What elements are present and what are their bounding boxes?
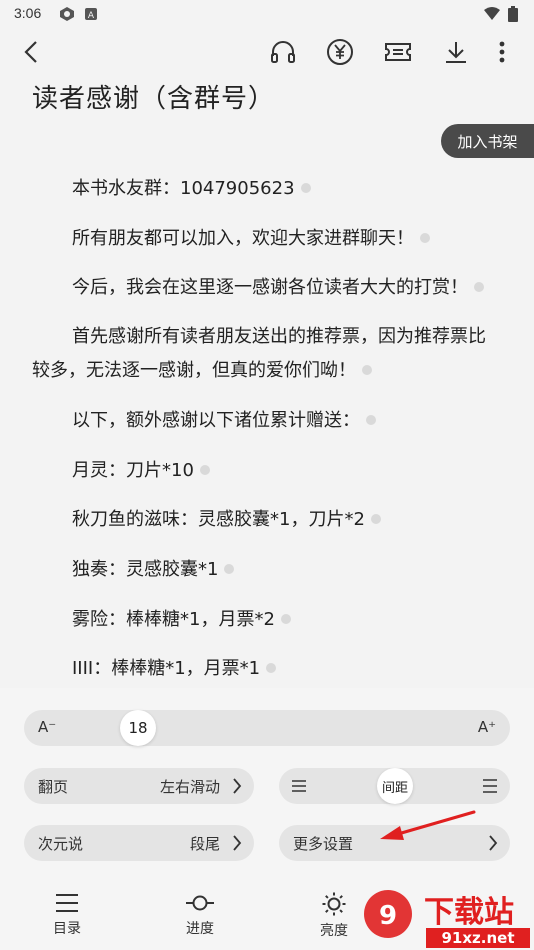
page-turn-setting[interactable]: 翻页 左右滑动 — [24, 768, 254, 804]
paragraph: 本书水友群：1047905623 — [32, 172, 502, 206]
chapter-title: 读者感谢（含群号） — [32, 84, 276, 114]
paragraph: 雾险：棒棒糖*1，月票*2 — [32, 603, 502, 637]
paragraph: 以下，额外感谢以下诸位累计赠送： — [32, 404, 502, 438]
comment-dot-icon[interactable] — [280, 614, 291, 624]
page-turn-value: 左右滑动 — [159, 778, 220, 796]
wide-spacing-icon[interactable] — [482, 779, 498, 793]
paragraph: 独奏：灵感胶囊*1 — [32, 553, 502, 587]
download-icon — [446, 42, 466, 63]
paragraph: IIII：棒棒糖*1，月票*1 — [32, 652, 502, 686]
comment-dot-icon[interactable] — [199, 465, 210, 475]
nav-progress-label: 进度 — [186, 921, 214, 937]
ticket-button[interactable] — [382, 36, 414, 68]
download-button[interactable] — [440, 36, 472, 68]
paragraph: 所有朋友都可以加入，欢迎大家进群聊天！ — [32, 222, 502, 256]
reader-toolbar — [0, 28, 534, 76]
more-settings-label: 更多设置 — [293, 835, 354, 853]
back-button[interactable] — [16, 36, 48, 68]
nav-toc[interactable]: 目录 — [35, 892, 99, 938]
ciyuanshuo-label: 次元说 — [38, 835, 84, 853]
font-increase-button[interactable]: A⁺ — [478, 718, 496, 736]
add-to-shelf-button[interactable]: 加入书架 — [441, 124, 534, 158]
more-vertical-icon — [499, 41, 505, 63]
font-decrease-button[interactable]: A⁻ — [38, 718, 56, 736]
more-button[interactable] — [486, 36, 518, 68]
progress-icon — [186, 895, 214, 911]
reward-button[interactable] — [324, 36, 356, 68]
watermark-url: 91xz.net — [441, 929, 514, 947]
ticket-icon — [385, 43, 411, 61]
chevron-right-icon — [233, 778, 242, 794]
paragraph: 首先感谢所有读者朋友送出的推荐票，因为推荐票比较多，无法逐一感谢，但真的爱你们呦… — [32, 326, 486, 381]
annotation-arrow-icon — [380, 810, 476, 840]
yuan-coin-icon — [327, 39, 353, 65]
paragraph: 今后，我会在这里逐一感谢各位读者大大的打赏！ — [32, 271, 502, 305]
font-size-slider[interactable]: A⁻ 18 A⁺ — [24, 710, 510, 746]
site-watermark: 9 下载站 91xz.net — [358, 884, 534, 950]
watermark-text: 下载站 — [424, 895, 514, 930]
chevron-right-icon — [233, 835, 242, 851]
comment-dot-icon[interactable] — [300, 183, 311, 193]
chevron-right-icon — [489, 835, 498, 851]
line-spacing-setting[interactable]: 间距 — [279, 768, 510, 804]
battery-icon — [508, 6, 518, 26]
svg-text:9: 9 — [379, 901, 397, 931]
brightness-sun-icon — [322, 892, 346, 916]
font-size-knob[interactable]: 18 — [120, 710, 156, 746]
menu-list-icon — [56, 894, 78, 912]
paragraph: 秋刀鱼的滋味：灵感胶囊*1，刀片*2 — [32, 503, 502, 537]
compact-spacing-icon[interactable] — [291, 779, 307, 793]
comment-dot-icon[interactable] — [420, 233, 430, 243]
wifi-icon — [484, 6, 500, 25]
comment-dot-icon[interactable] — [266, 663, 277, 673]
paragraph: 月灵：刀片*10 — [32, 454, 502, 488]
status-bar: 3:06 A — [0, 0, 534, 28]
comment-dot-icon[interactable] — [362, 365, 372, 375]
ciyuanshuo-setting[interactable]: 次元说 段尾 — [24, 825, 254, 861]
nav-toc-label: 目录 — [53, 921, 81, 937]
nav-brightness-label: 亮度 — [320, 923, 348, 939]
app-notification-icon — [58, 6, 76, 26]
comment-dot-icon[interactable] — [474, 282, 484, 292]
back-arrow-icon — [24, 41, 37, 63]
nav-progress[interactable]: 进度 — [168, 892, 232, 938]
nav-brightness[interactable]: 亮度 — [302, 892, 366, 940]
status-time: 3:06 — [14, 5, 42, 21]
page-turn-label: 翻页 — [38, 778, 69, 796]
svg-text:A: A — [88, 11, 95, 21]
keyboard-notification-icon: A — [84, 6, 98, 25]
listen-button[interactable] — [267, 36, 299, 68]
spacing-knob[interactable]: 间距 — [377, 768, 413, 804]
comment-dot-icon[interactable] — [366, 415, 376, 425]
chapter-content[interactable]: 读者感谢（含群号） 加入书架 本书水友群：1047905623 所有朋友都可以加… — [0, 76, 534, 688]
comment-dot-icon[interactable] — [370, 514, 381, 524]
ciyuanshuo-value: 段尾 — [189, 835, 220, 853]
comment-dot-icon[interactable] — [224, 564, 235, 574]
headphones-icon — [271, 41, 295, 63]
